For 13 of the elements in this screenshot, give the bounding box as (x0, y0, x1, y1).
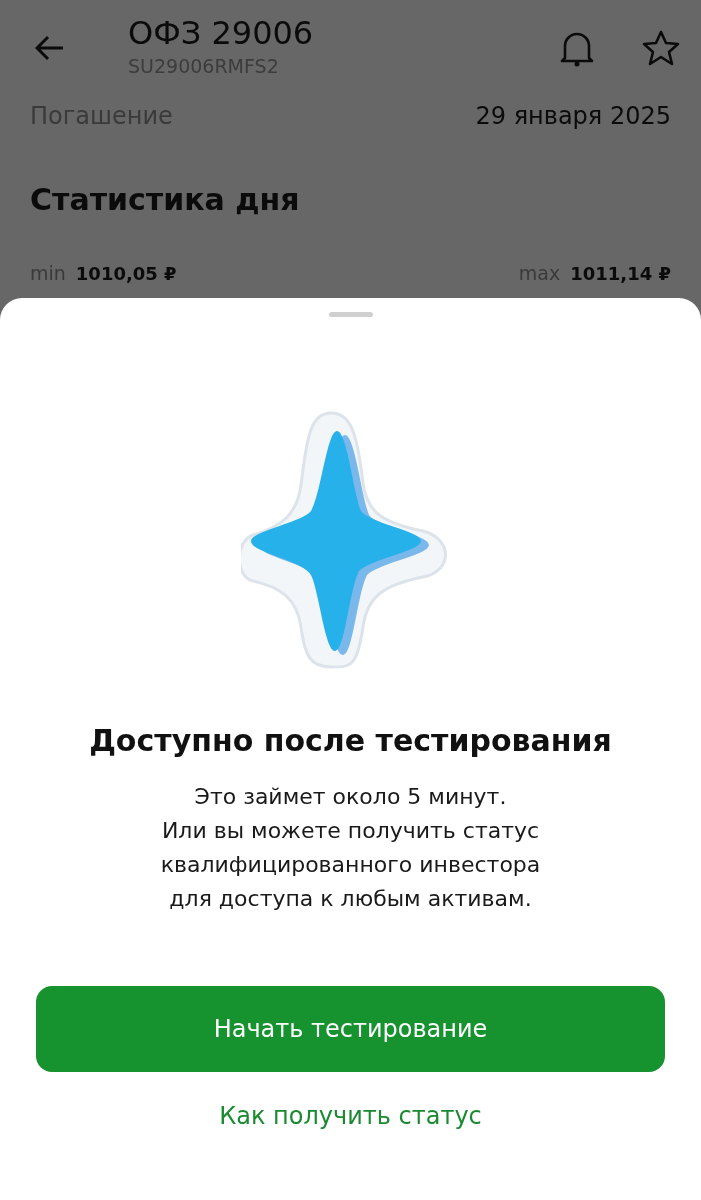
sheet-description: Это займет около 5 минут. Или вы можете получить статус квалифицированного инвестора для доступа к любым активам. (160, 783, 541, 913)
status-link[interactable]: Как получить статус (219, 1102, 482, 1130)
sheet-handle[interactable] (328, 312, 373, 317)
favorite-button[interactable] (641, 28, 681, 68)
star-icon (642, 30, 680, 66)
maturity-date: 29 января 2025 (475, 102, 671, 130)
sheet-title: Доступно после тестирования (89, 723, 612, 758)
section-title: Статистика дня (29, 181, 301, 219)
back-arrow-icon (35, 35, 65, 61)
start-test-button[interactable]: Начать тестирование (36, 986, 665, 1072)
stat-value: 1011,14 ₽ (570, 263, 671, 284)
bond-title: ОФЗ 29006 (128, 14, 315, 52)
stat-value: 1010,05 ₽ (75, 263, 177, 284)
